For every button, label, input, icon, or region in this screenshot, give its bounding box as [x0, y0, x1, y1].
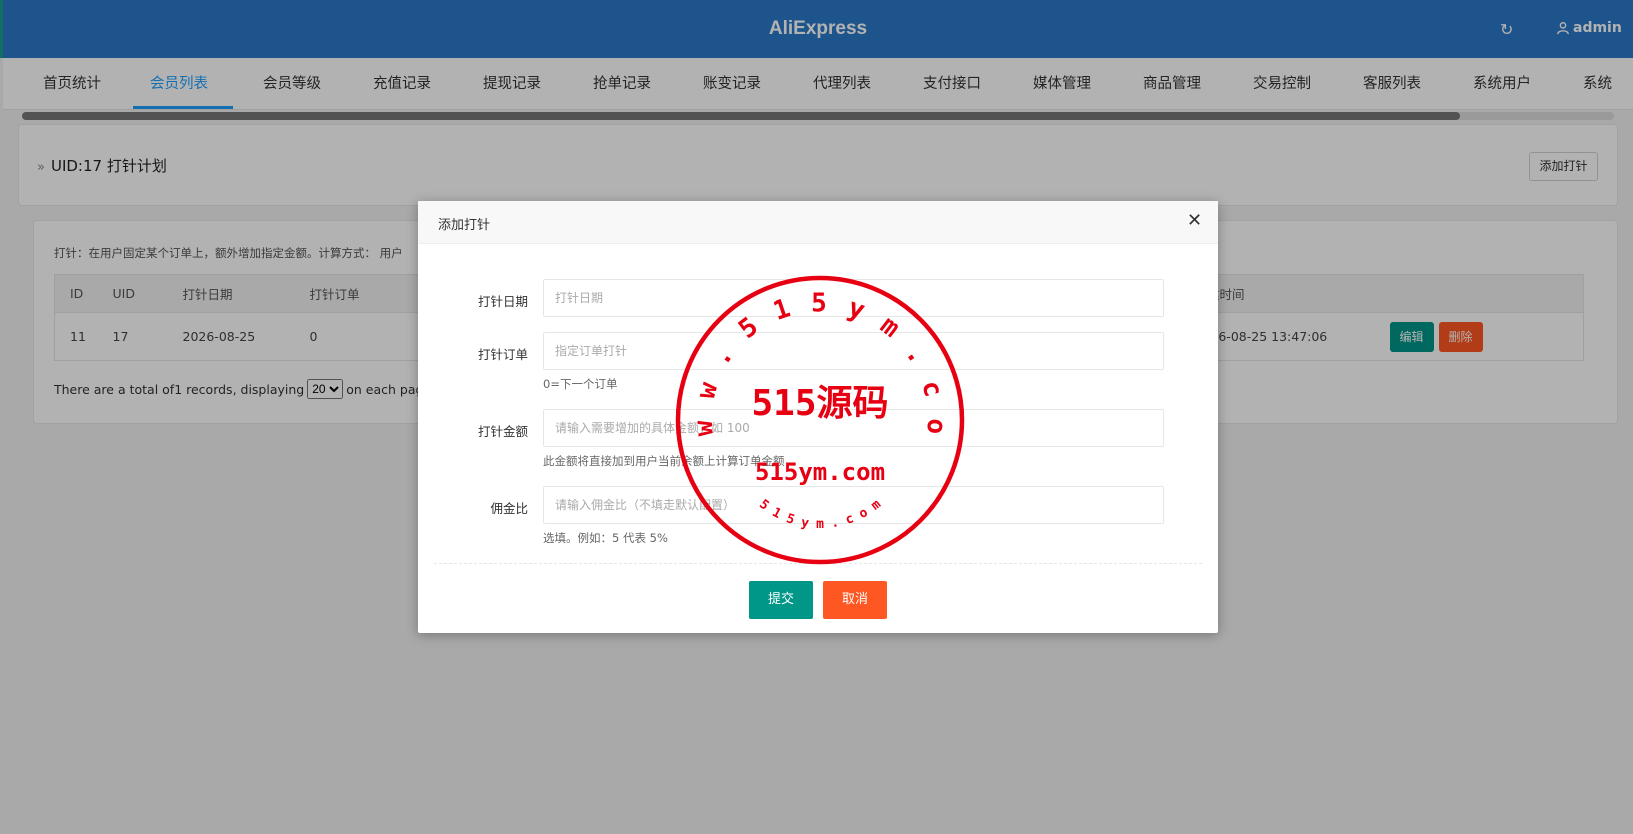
injection-date-input[interactable]: [543, 279, 1164, 317]
injection-amount-input[interactable]: [543, 409, 1164, 447]
order-hint: 0=下一个订单: [543, 377, 618, 391]
injection-order-input[interactable]: [543, 332, 1164, 370]
field-label-amount: 打针金额: [477, 424, 528, 439]
field-label-date: 打针日期: [477, 294, 528, 309]
modal-divider: [434, 563, 1202, 564]
amount-hint: 此金额将直接加到用户当前余额上计算订单金额: [543, 454, 785, 468]
close-icon[interactable]: ✕: [1187, 212, 1202, 230]
commission-hint: 选填。例如：5 代表 5%: [543, 531, 668, 545]
submit-button[interactable]: 提交: [749, 581, 813, 619]
field-label-commission: 佣金比: [490, 501, 528, 516]
field-label-order: 打针订单: [477, 347, 528, 362]
modal-header: 添加打针 ✕: [418, 201, 1218, 244]
commission-ratio-input[interactable]: [543, 486, 1164, 524]
modal-title: 添加打针: [438, 218, 491, 233]
cancel-button[interactable]: 取消: [823, 581, 887, 619]
add-injection-modal: 添加打针 ✕ 打针日期 打针订单 0=下一个订单 打针金额 此金额将直接加到用户…: [418, 201, 1218, 633]
